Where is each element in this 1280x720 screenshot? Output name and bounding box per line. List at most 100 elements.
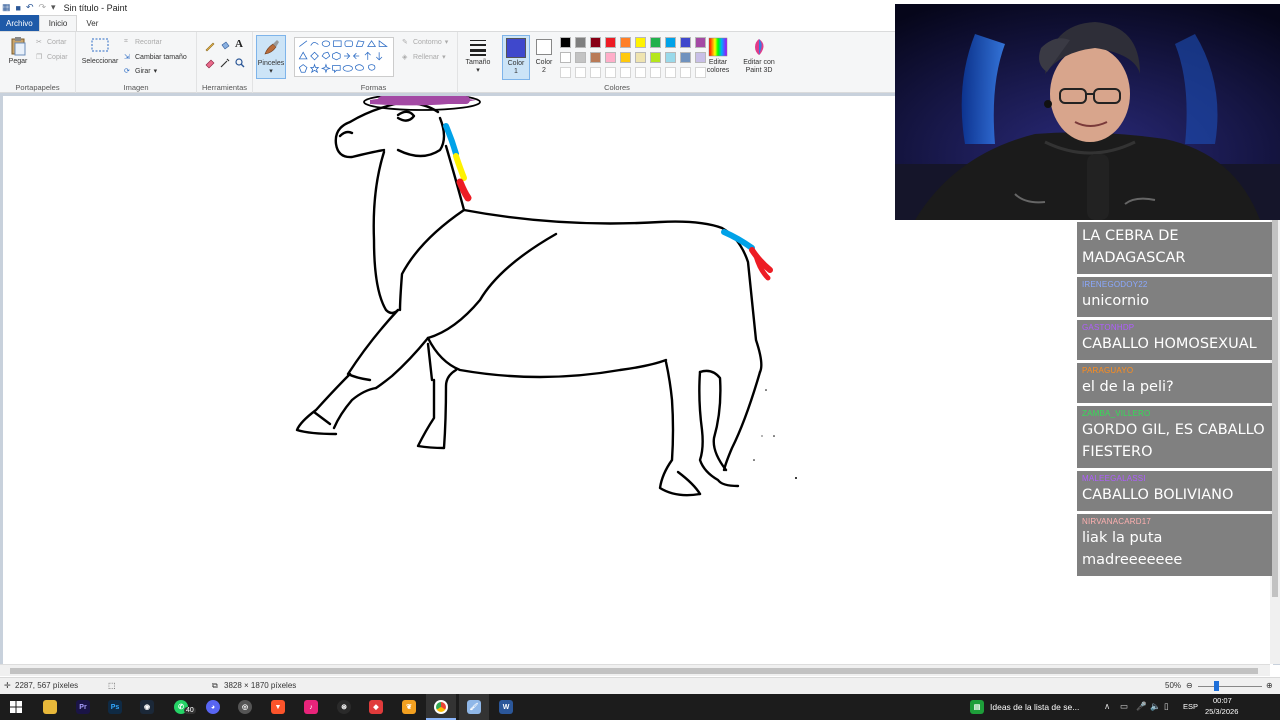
- text-tool-icon[interactable]: A: [235, 38, 243, 50]
- palette-swatch[interactable]: [635, 52, 646, 63]
- tab-view[interactable]: Ver: [77, 15, 107, 31]
- size-button[interactable]: Tamaño ▾: [463, 37, 493, 75]
- edit-colors-button[interactable]: Editar colores: [703, 37, 733, 75]
- pencil-icon[interactable]: [204, 40, 216, 52]
- brave-icon[interactable]: ▼: [271, 700, 285, 714]
- copy-label: Copiar: [47, 53, 68, 61]
- horizontal-scrollbar[interactable]: [0, 664, 1270, 676]
- brushes-button[interactable]: Pinceles ▾: [256, 35, 286, 79]
- palette-swatch[interactable]: [560, 67, 571, 78]
- palette-swatch[interactable]: [560, 52, 571, 63]
- chat-overlay: LA CEBRA DE MADAGASCAR IRENEGODOY22 unicor…: [1077, 222, 1272, 579]
- zoom-in-button[interactable]: ⊕: [1266, 681, 1273, 690]
- battery-icon[interactable]: ▯: [1164, 701, 1169, 712]
- notification-text[interactable]: Ideas de la lista de se...: [990, 702, 1079, 712]
- palette-swatch[interactable]: [605, 52, 616, 63]
- screen: ▦ ■ ↶ ↷ ▾ Sin título - Paint Archivo Ini…: [0, 0, 1280, 720]
- scissors-icon: ✂: [36, 39, 42, 46]
- network-icon[interactable]: ▭: [1120, 701, 1128, 712]
- paste-icon: [11, 37, 26, 56]
- fill-bucket-icon[interactable]: [219, 40, 231, 52]
- chat-message: GASTONHDP CABALLO HOMOSEXUAL: [1077, 320, 1272, 360]
- palette-swatch[interactable]: [575, 37, 586, 48]
- word-icon[interactable]: W: [499, 700, 513, 714]
- palette-swatch[interactable]: [635, 37, 646, 48]
- palette-swatch[interactable]: [680, 37, 691, 48]
- select-button[interactable]: Seleccionar: [80, 36, 120, 66]
- palette-swatch[interactable]: [650, 37, 661, 48]
- resize-button[interactable]: ⇲ Cambiar tamaño: [124, 53, 187, 62]
- discord-icon[interactable]: ◕: [206, 700, 220, 714]
- obs-icon[interactable]: ◎: [238, 700, 252, 714]
- color2-label: Color: [535, 59, 553, 66]
- color2-button[interactable]: Color 2: [530, 37, 558, 75]
- rotate-button[interactable]: ⟳ Girar ▾: [124, 67, 157, 76]
- palette-swatch[interactable]: [620, 37, 631, 48]
- size-group: Tamaño ▾: [458, 32, 498, 94]
- palette-swatch[interactable]: [620, 52, 631, 63]
- clock-date[interactable]: 25/3/2026: [1205, 707, 1238, 716]
- color1-button[interactable]: Color 1: [502, 35, 530, 80]
- undo-icon[interactable]: ↶: [26, 2, 34, 13]
- zoom-slider-thumb[interactable]: [1214, 681, 1219, 691]
- palette-swatch[interactable]: [650, 67, 661, 78]
- chatgpt-icon[interactable]: ⊛: [337, 700, 351, 714]
- palette-swatch[interactable]: [665, 52, 676, 63]
- steam-icon[interactable]: ◉: [140, 700, 154, 714]
- image-size-icon: ⧉: [212, 681, 218, 690]
- chevron-down-icon: ▾: [476, 67, 480, 74]
- palette-swatch[interactable]: [575, 52, 586, 63]
- fl-studio-icon[interactable]: ❦: [402, 700, 416, 714]
- capcut-icon[interactable]: ♪: [304, 700, 318, 714]
- palette-swatch[interactable]: [590, 52, 601, 63]
- zoom-slider[interactable]: [1198, 686, 1262, 687]
- palette-swatch[interactable]: [665, 67, 676, 78]
- save-icon[interactable]: ■: [16, 3, 21, 13]
- redo-icon[interactable]: ↷: [39, 2, 47, 13]
- palette-swatch[interactable]: [560, 37, 571, 48]
- copy-button[interactable]: ❐ Copiar: [36, 53, 68, 62]
- customize-toolbar-icon[interactable]: ▾: [51, 2, 56, 13]
- microphone-icon[interactable]: 🎤: [1136, 701, 1147, 712]
- photoshop-icon[interactable]: Ps: [108, 700, 122, 714]
- paste-button[interactable]: Pegar: [6, 36, 30, 66]
- palette-swatch[interactable]: [590, 37, 601, 48]
- chat-message: ZAMBA_VILLERO GORDO GIL, ES CABALLO FIEST…: [1077, 406, 1272, 468]
- shapes-gallery[interactable]: [294, 37, 394, 77]
- tray-arrow-icon[interactable]: ∧: [1104, 701, 1110, 712]
- palette-swatch[interactable]: [620, 67, 631, 78]
- premiere-icon[interactable]: Pr: [76, 700, 90, 714]
- palette-swatch[interactable]: [590, 67, 601, 78]
- cut-button[interactable]: ✂ Cortar: [36, 38, 66, 47]
- file-explorer-icon[interactable]: [43, 700, 57, 714]
- clock-time[interactable]: 00:07: [1213, 696, 1232, 705]
- chat-text: unicornio: [1082, 293, 1150, 309]
- zoom-out-button[interactable]: ⊖: [1186, 681, 1193, 690]
- fill-button[interactable]: ◈ Rellenar ▾: [402, 53, 446, 62]
- palette-swatch[interactable]: [680, 52, 691, 63]
- language-indicator[interactable]: ESP: [1183, 702, 1198, 711]
- horizontal-scroll-thumb[interactable]: [10, 668, 1258, 674]
- palette-swatch[interactable]: [650, 52, 661, 63]
- magnifier-icon[interactable]: [234, 57, 246, 69]
- notification-app-icon[interactable]: ▤: [970, 700, 984, 714]
- edit-paint3d-button[interactable]: Editar con Paint 3D: [738, 37, 780, 75]
- outline-button[interactable]: ✎ Contorno ▾: [402, 38, 448, 47]
- windows-start-icon[interactable]: [10, 701, 22, 713]
- tab-file[interactable]: Archivo: [0, 15, 39, 31]
- anydesk-icon[interactable]: ◆: [369, 700, 383, 714]
- chrome-icon[interactable]: [434, 700, 448, 714]
- palette-swatch[interactable]: [575, 67, 586, 78]
- palette-swatch[interactable]: [605, 67, 616, 78]
- paint-icon[interactable]: 🖌: [467, 700, 481, 714]
- eraser-icon[interactable]: [204, 57, 216, 69]
- color-picker-icon[interactable]: [219, 57, 231, 69]
- taskbar: Pr Ps ◉ ✆ 40 ◕ ◎ ▼ ♪ ⊛ ◆ ❦ 🖌 W ▤ Ideas d…: [0, 694, 1280, 720]
- tab-home[interactable]: Inicio: [38, 15, 78, 31]
- palette-swatch[interactable]: [635, 67, 646, 78]
- volume-icon[interactable]: 🔈: [1150, 701, 1161, 712]
- palette-swatch[interactable]: [680, 67, 691, 78]
- crop-button[interactable]: ⌗ Recortar: [124, 38, 162, 46]
- palette-swatch[interactable]: [605, 37, 616, 48]
- palette-swatch[interactable]: [665, 37, 676, 48]
